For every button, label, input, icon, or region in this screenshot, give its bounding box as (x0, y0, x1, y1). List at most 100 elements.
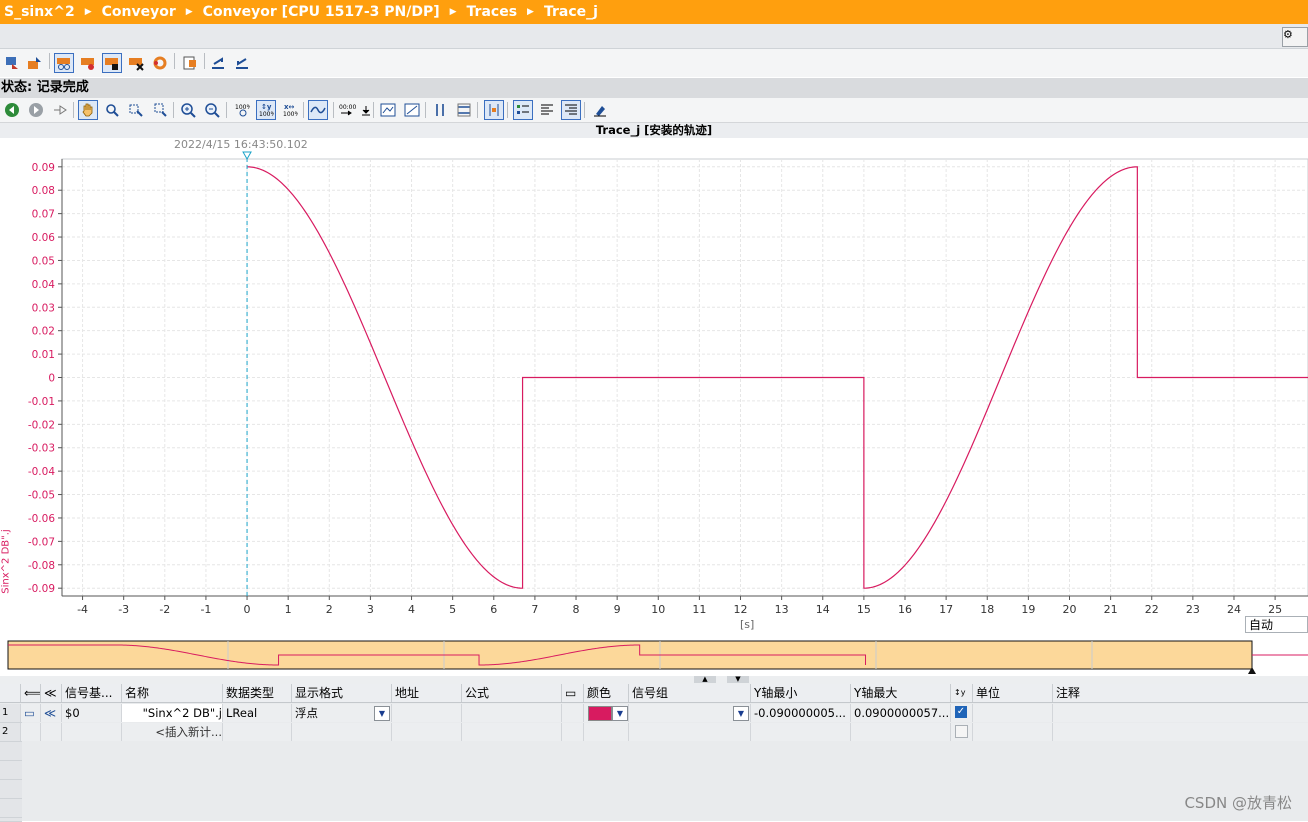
format-dropdown-icon[interactable]: ▼ (374, 706, 390, 721)
col-ymax[interactable]: Y轴最大 (850, 684, 950, 702)
y100-cell[interactable] (950, 723, 972, 741)
trace-chart[interactable]: 2022/4/15 16:43:50.102 -4 -3 -2 -1 0 1 2 3 4 5 6 7 8… (0, 138, 1308, 636)
format-cell[interactable]: 浮点 ▼ (291, 704, 391, 722)
activate-recording-icon[interactable] (102, 53, 122, 73)
diagonal-chart-icon[interactable] (402, 100, 422, 120)
breadcrumb-item[interactable]: Traces (463, 4, 522, 20)
color-swatch[interactable] (588, 706, 612, 721)
ymax-cell[interactable]: 0.0900000057... (850, 704, 950, 722)
ymin-cell[interactable] (750, 723, 850, 741)
align-right-icon[interactable] (561, 100, 581, 120)
unit-cell[interactable] (972, 704, 1052, 722)
comment-cell[interactable] (1052, 723, 1308, 741)
y100-checkbox[interactable] (955, 725, 968, 738)
forward-icon[interactable] (26, 100, 46, 120)
time-cursor-icon[interactable]: 00:00 (338, 100, 358, 120)
color-dropdown-icon[interactable]: ▼ (612, 706, 628, 721)
formula-cell[interactable] (461, 704, 561, 722)
signal-cell[interactable] (61, 723, 121, 741)
x-100-icon[interactable]: x↔100% (280, 100, 300, 120)
format-cell[interactable] (291, 723, 391, 741)
signal-cell[interactable]: $0 (61, 704, 121, 722)
stop-record-icon[interactable] (78, 53, 98, 73)
group-cell[interactable] (628, 723, 750, 741)
address-cell[interactable] (391, 723, 461, 741)
group-cell[interactable]: ▼ (628, 704, 750, 722)
collapse-down-icon[interactable]: ▼ (727, 676, 749, 683)
address-cell[interactable] (391, 704, 461, 722)
add-new-signal[interactable]: <插入新计... (121, 723, 226, 741)
color-cell[interactable]: ▼ (583, 704, 629, 722)
y-tick-label: 0.02 (32, 326, 55, 338)
zoom-area-icon[interactable] (102, 100, 122, 120)
comment-cell[interactable] (1052, 704, 1308, 722)
x-tick-label: 19 (1021, 603, 1035, 616)
add-to-measurements-icon[interactable] (180, 53, 200, 73)
col-name[interactable]: 名称 (121, 684, 222, 702)
back-icon[interactable] (2, 100, 22, 120)
zoom-x-icon[interactable] (126, 100, 146, 120)
transfer-to-device-icon[interactable] (2, 53, 22, 73)
table-row[interactable]: 2 <插入新计... (0, 723, 1308, 742)
ymax-cell[interactable] (850, 723, 950, 741)
legend-icon[interactable] (513, 100, 533, 120)
upload-icon[interactable] (24, 53, 44, 73)
breadcrumb-item[interactable]: Conveyor (98, 4, 180, 20)
repeat-record-icon[interactable] (150, 53, 170, 73)
formula-btn-cell[interactable] (561, 723, 583, 741)
y100-cell[interactable]: ✓ (950, 704, 972, 722)
dtype-cell[interactable] (222, 723, 292, 741)
formula-btn-cell[interactable] (561, 704, 583, 722)
col-color[interactable]: 颜色 (583, 684, 629, 702)
dtype-cell[interactable]: LReal (222, 704, 292, 722)
col-formula[interactable]: 公式 (461, 684, 561, 702)
y-100-icon[interactable]: ↕y100% (256, 100, 276, 120)
deactivate-recording-icon[interactable] (126, 53, 146, 73)
name-cell[interactable]: "Sinx^2 DB".j (121, 704, 226, 722)
side-panel-toggle-icon[interactable]: ⚙ (1282, 27, 1308, 47)
col-address[interactable]: 地址 (391, 684, 461, 702)
overview-plot (7, 640, 1308, 674)
group-dropdown-icon[interactable]: ▼ (733, 706, 749, 721)
reset-view-icon[interactable] (50, 100, 70, 120)
export-icon[interactable] (208, 53, 228, 73)
splitter[interactable]: ▲ ▼ (0, 676, 1308, 684)
color-cell[interactable] (583, 723, 629, 741)
horizontal-cursor-icon[interactable] (454, 100, 474, 120)
ymin-cell[interactable]: -0.090000005... (750, 704, 850, 722)
col-dtype[interactable]: 数据类型 (222, 684, 292, 702)
signal-visible-icon[interactable]: ▭ (20, 704, 42, 722)
y-tick-label: -0.02 (28, 419, 55, 431)
zoom-y-icon[interactable] (150, 100, 170, 120)
breadcrumb-item[interactable]: Trace_j (540, 4, 602, 20)
col-group[interactable]: 信号组 (628, 684, 750, 702)
auto-select[interactable]: 自动 (1245, 616, 1308, 633)
y-tick-label: -0.09 (28, 583, 55, 595)
col-unit[interactable]: 单位 (972, 684, 1052, 702)
pan-hand-icon[interactable] (78, 100, 98, 120)
collapse-up-icon[interactable]: ▲ (694, 676, 716, 683)
table-row[interactable]: 1 ▭ ≪ $0 "Sinx^2 DB".j LReal 浮点 ▼ ▼ ▼ -0.… (0, 704, 1308, 723)
formula-cell[interactable] (461, 723, 561, 741)
col-ymin[interactable]: Y轴最小 (750, 684, 850, 702)
unit-cell[interactable] (972, 723, 1052, 741)
breadcrumb-item[interactable]: S_sinx^2 (0, 4, 79, 20)
col-signal[interactable]: 信号基... (61, 684, 121, 702)
zoom-100-icon[interactable]: 100% (232, 100, 252, 120)
y100-checkbox[interactable]: ✓ (955, 706, 967, 718)
show-signal-icon[interactable] (308, 100, 328, 120)
print-chart-icon[interactable] (590, 100, 610, 120)
observe-on-icon[interactable] (54, 53, 74, 73)
zoom-in-icon[interactable] (178, 100, 198, 120)
zoom-out-icon[interactable] (202, 100, 222, 120)
line-chart-icon[interactable] (378, 100, 398, 120)
breadcrumb-item[interactable]: Conveyor [CPU 1517-3 PN/DP] (199, 4, 444, 20)
vertical-cursor-icon[interactable] (430, 100, 450, 120)
col-comment[interactable]: 注释 (1052, 684, 1308, 702)
align-left-icon[interactable] (537, 100, 557, 120)
signal-arrow-icon[interactable]: ≪ (40, 704, 62, 722)
overview-strip[interactable] (0, 636, 1308, 680)
import-icon[interactable] (232, 53, 252, 73)
measurement-icon[interactable] (484, 100, 504, 120)
col-format[interactable]: 显示格式 (291, 684, 391, 702)
